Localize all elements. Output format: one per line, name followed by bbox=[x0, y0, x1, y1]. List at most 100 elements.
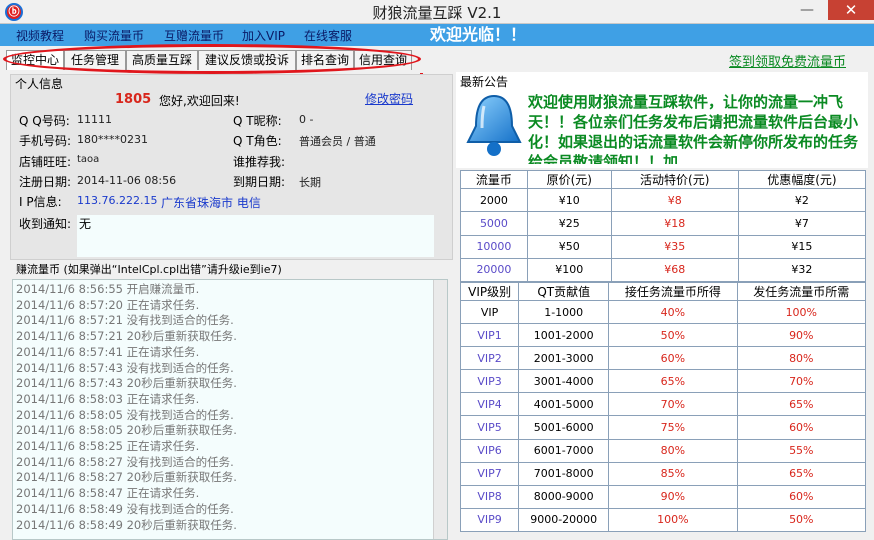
price-header-row: 流量币 原价(元) 活动特价(元) 优惠幅度(元) bbox=[460, 170, 867, 189]
price-cell: ¥35 bbox=[610, 234, 739, 259]
menu-bar: 视频教程 购买流量币 互赠流量币 加入VIP 在线客服 欢迎光临！！ bbox=[0, 24, 874, 46]
log-line: 2014/11/6 8:58:27 没有找到适合的任务. bbox=[16, 454, 234, 469]
log-box[interactable]: 2014/11/6 8:56:55 开启赚流量币. 2014/11/6 8:57:… bbox=[12, 279, 448, 540]
price-cell: ¥10 bbox=[526, 187, 612, 213]
vip-cell: 100% bbox=[608, 507, 738, 533]
log-line: 2014/11/6 8:57:43 没有找到适合的任务. bbox=[16, 360, 234, 375]
tab-quality-exchange[interactable]: 高质量互踩 bbox=[126, 50, 198, 70]
phone-label: 手机号码: bbox=[19, 134, 72, 148]
price-cell: ¥25 bbox=[526, 211, 612, 236]
user-id: 1805 bbox=[115, 92, 152, 107]
vip-cell: 50% bbox=[736, 507, 867, 533]
vip-row: VIP7 7001-8000 85% 65% bbox=[459, 461, 867, 486]
vip-cell: 55% bbox=[736, 438, 867, 463]
tab-monitor-center[interactable]: 监控中心 bbox=[6, 50, 64, 70]
log-line: 2014/11/6 8:58:05 20秒后重新获取任务. bbox=[16, 423, 237, 438]
vip-cell: 75% bbox=[608, 415, 738, 440]
vip-cell: 85% bbox=[608, 461, 738, 486]
vip-cell: 65% bbox=[608, 369, 738, 394]
price-table: 流量币 原价(元) 活动特价(元) 优惠幅度(元) 2000 ¥10 ¥8 ¥2 500… bbox=[460, 170, 867, 283]
vip-cell: VIP9 bbox=[459, 507, 520, 533]
reg-date-label: 注册日期: bbox=[19, 175, 72, 189]
vip-cell: VIP bbox=[459, 299, 520, 325]
log-line: 2014/11/6 8:58:05 没有找到适合的任务. bbox=[16, 407, 234, 422]
vip-cell: 9000-20000 bbox=[518, 507, 610, 533]
price-body: 2000 ¥10 ¥8 ¥2 5000 ¥25 ¥18 ¥7 10000 ¥50 ¥35 ¥15 200… bbox=[460, 187, 867, 283]
vip-cell: 8000-9000 bbox=[518, 484, 610, 509]
reg-date-value: 2014-11-06 08:56 bbox=[77, 174, 177, 187]
change-password-link[interactable]: 修改密码 bbox=[365, 90, 413, 107]
log-line: 2014/11/6 8:56:55 开启赚流量币. bbox=[16, 282, 200, 296]
price-row: 20000 ¥100 ¥68 ¥32 bbox=[460, 257, 867, 283]
vip-row: VIP6 6001-7000 80% 55% bbox=[459, 438, 867, 463]
price-cell: 2000 bbox=[460, 187, 528, 213]
vip-row: VIP5 5001-6000 75% 60% bbox=[459, 415, 867, 440]
menu-item-online-support[interactable]: 在线客服 bbox=[304, 27, 352, 44]
log-scrollbar[interactable] bbox=[433, 280, 447, 539]
price-row: 2000 ¥10 ¥8 ¥2 bbox=[460, 187, 867, 213]
vip-cell: 3001-4000 bbox=[518, 369, 610, 394]
price-col-original: 原价(元) bbox=[526, 170, 612, 189]
expire-value: 长期 bbox=[299, 176, 321, 189]
vip-cell: 90% bbox=[608, 484, 738, 509]
price-cell: ¥18 bbox=[610, 211, 739, 236]
price-cell: ¥2 bbox=[737, 187, 867, 213]
vip-row: VIP3 3001-4000 65% 70% bbox=[459, 369, 867, 394]
vip-cell: VIP6 bbox=[459, 438, 520, 463]
shop-value: taoa bbox=[77, 154, 100, 165]
price-cell: 10000 bbox=[460, 234, 528, 259]
vip-cell: VIP7 bbox=[459, 461, 520, 486]
tab-task-management[interactable]: 任务管理 bbox=[64, 50, 126, 70]
minimize-button[interactable]: — bbox=[800, 2, 816, 18]
qt-role-label: Q T角色: bbox=[233, 134, 282, 148]
price-cell: ¥32 bbox=[737, 257, 867, 283]
profile-panel: 个人信息 1805 您好,欢迎回来! 修改密码 Q Q号码: 11111 Q T… bbox=[10, 74, 453, 260]
price-cell: ¥100 bbox=[526, 257, 612, 283]
ip-value: 113.76.222.15 bbox=[77, 194, 158, 207]
earn-log-panel: 赚流量币 (如果弹出“IntelCpl.cpl出错”请升级ie到ie7) 201… bbox=[10, 260, 453, 540]
tab-credit[interactable]: 信用查询 bbox=[354, 50, 412, 70]
log-line: 2014/11/6 8:57:21 没有找到适合的任务. bbox=[16, 313, 234, 328]
free-coins-link[interactable]: 签到领取免费流量币 bbox=[729, 51, 846, 70]
qq-label: Q Q号码: bbox=[19, 114, 70, 128]
close-button[interactable]: ✕ bbox=[828, 0, 874, 20]
price-col-coins: 流量币 bbox=[460, 170, 528, 189]
title-bar: ⓑ 财狼流量互踩 V2.1 — ✕ bbox=[0, 0, 874, 24]
menu-item-video-tutorial[interactable]: 视频教程 bbox=[16, 27, 64, 44]
log-line: 2014/11/6 8:58:27 20秒后重新获取任务. bbox=[16, 470, 237, 485]
qq-value: 11111 bbox=[77, 113, 112, 126]
vip-cell: 60% bbox=[608, 346, 738, 371]
vip-cell: 90% bbox=[736, 323, 867, 348]
menu-item-join-vip[interactable]: 加入VIP bbox=[242, 27, 285, 44]
vip-cell: 70% bbox=[608, 392, 738, 417]
log-line: 2014/11/6 8:58:03 正在请求任务. bbox=[16, 391, 200, 406]
vip-cell: 100% bbox=[736, 299, 867, 325]
vip-cell: VIP8 bbox=[459, 484, 520, 509]
vip-row: VIP 1-1000 40% 100% bbox=[459, 299, 867, 325]
price-row: 10000 ¥50 ¥35 ¥15 bbox=[460, 234, 867, 259]
referrer-label: 谁推荐我: bbox=[233, 155, 286, 169]
tab-ranking[interactable]: 排名查询 bbox=[296, 50, 354, 70]
vip-cell: 6001-7000 bbox=[518, 438, 610, 463]
vip-cell: 5001-6000 bbox=[518, 415, 610, 440]
tab-feedback[interactable]: 建议反馈或投诉 bbox=[198, 50, 296, 70]
log-line: 2014/11/6 8:58:25 正在请求任务. bbox=[16, 439, 200, 453]
qt-nick-value: 0 - bbox=[299, 113, 314, 126]
log-line: 2014/11/6 8:57:41 正在请求任务. bbox=[16, 344, 200, 359]
vip-cell: VIP4 bbox=[459, 392, 520, 417]
menu-item-gift-coins[interactable]: 互赠流量币 bbox=[164, 27, 224, 44]
vip-col-contribution: QT贡献值 bbox=[518, 282, 610, 301]
window-title: 财狼流量互踩 V2.1 bbox=[372, 4, 502, 22]
menu-item-buy-coins[interactable]: 购买流量币 bbox=[84, 27, 144, 44]
news-header: 最新公告 bbox=[460, 75, 509, 89]
profile-header: 个人信息 bbox=[15, 77, 64, 91]
vip-table: VIP级别 QT贡献值 接任务流量币所得 发任务流量币所需 VIP 1-1000 4… bbox=[459, 282, 867, 533]
log-line: 2014/11/6 8:58:49 没有找到适合的任务. bbox=[16, 501, 234, 516]
qt-nick-label: Q T昵称: bbox=[233, 114, 282, 128]
vip-header-row: VIP级别 QT贡献值 接任务流量币所得 发任务流量币所需 bbox=[459, 282, 867, 301]
ip-location: 广东省珠海市 电信 bbox=[161, 196, 261, 210]
vip-cell: 65% bbox=[736, 461, 867, 486]
vip-cell: 1-1000 bbox=[518, 299, 610, 325]
log-header: 赚流量币 (如果弹出“IntelCpl.cpl出错”请升级ie到ie7) bbox=[16, 263, 282, 276]
notice-box: 无 bbox=[77, 215, 434, 257]
